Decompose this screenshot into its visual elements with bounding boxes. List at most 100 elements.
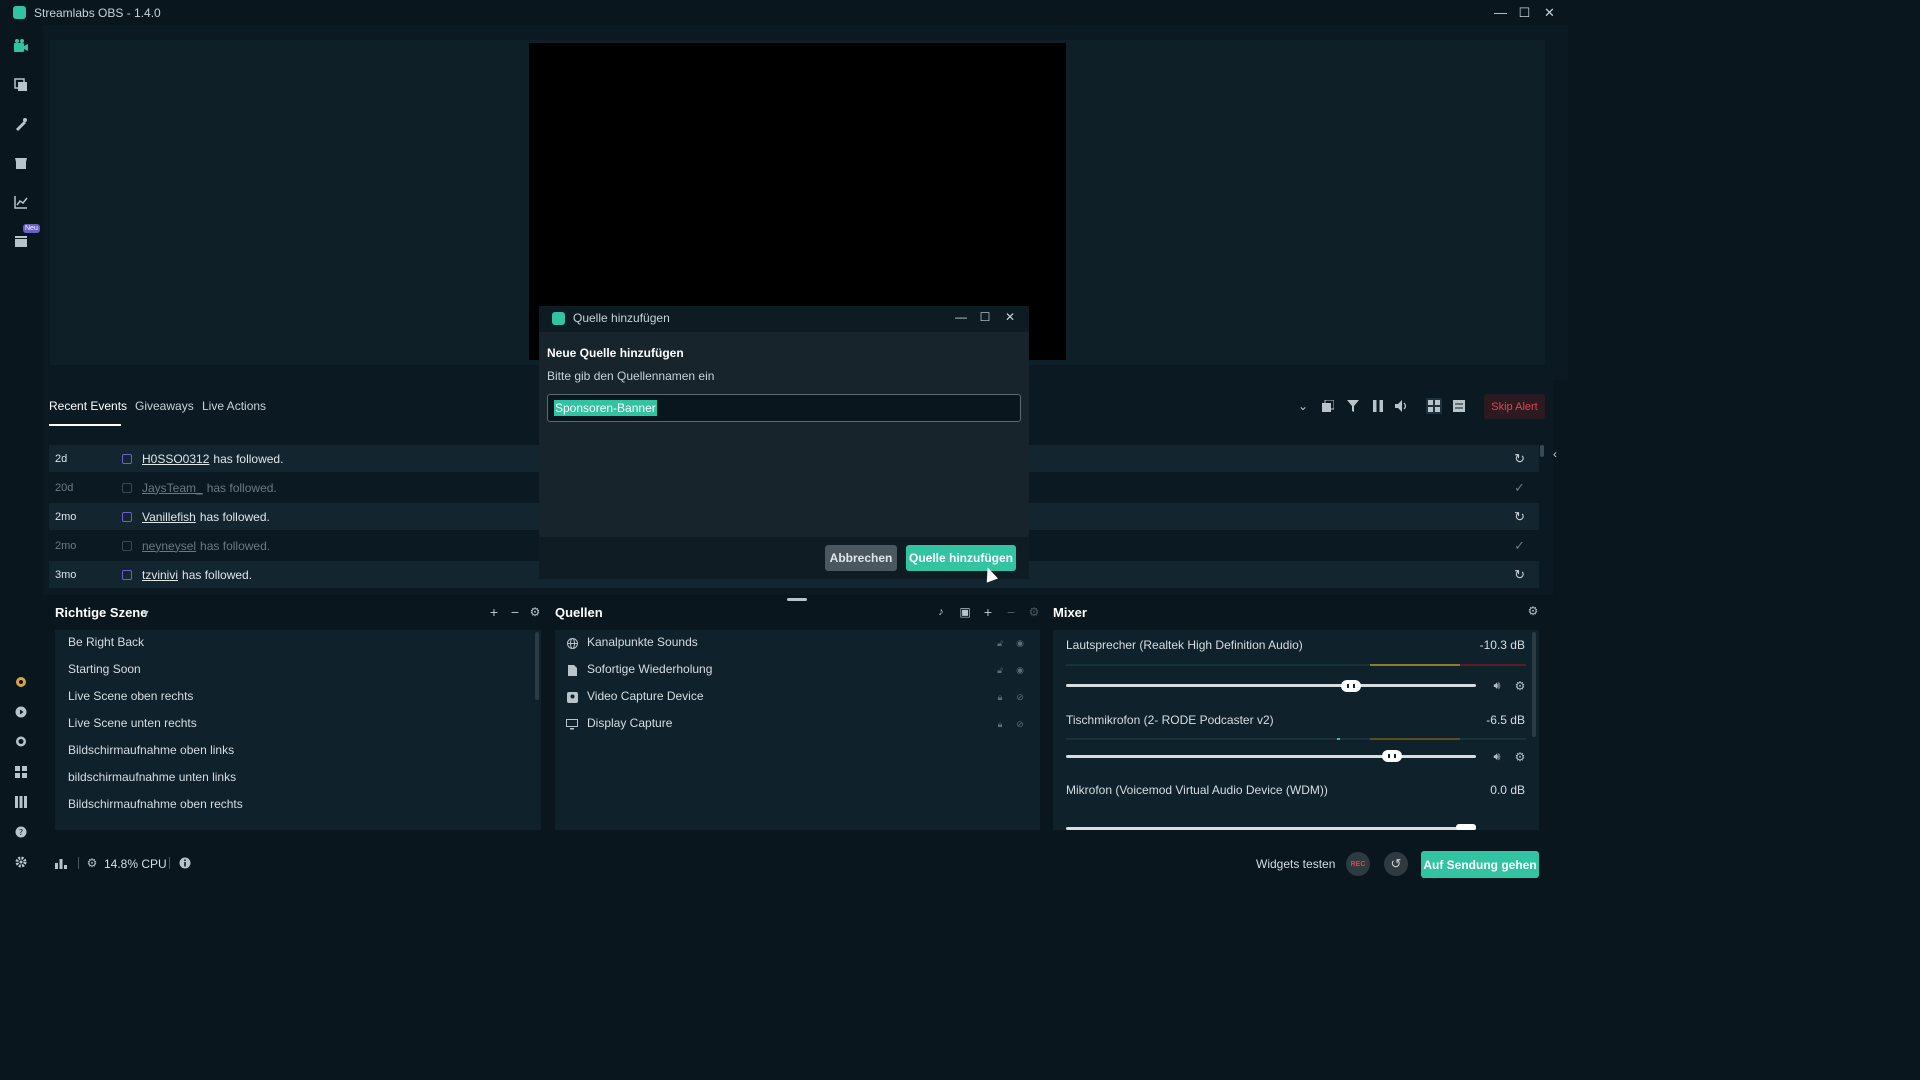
cancel-button[interactable]: Abbrechen xyxy=(825,545,897,571)
scene-item[interactable]: Starting Soon xyxy=(68,662,141,676)
chevron-down-icon[interactable]: ▼ xyxy=(138,605,154,621)
eye-slash-icon[interactable]: ⊘ xyxy=(1014,691,1026,703)
event-user-link[interactable]: neyneysel xyxy=(142,539,196,553)
twitch-icon xyxy=(122,453,132,464)
maximize-button[interactable]: ☐ xyxy=(1512,0,1537,25)
volume-slider-knob[interactable] xyxy=(1382,750,1403,762)
source-item[interactable]: Kanalpunkte Sounds xyxy=(587,635,698,649)
speaker-mute-icon[interactable]: 🔊︎ xyxy=(1489,749,1505,765)
twitch-icon xyxy=(122,511,132,522)
remove-source-icon[interactable]: − xyxy=(1003,604,1019,620)
volume-slider[interactable] xyxy=(1066,684,1476,687)
channel-gear-icon[interactable]: ⚙ xyxy=(1512,678,1528,694)
prime-icon[interactable] xyxy=(12,673,30,691)
source-name-input-value[interactable]: Sponsoren-Banner xyxy=(554,400,657,416)
volume-icon[interactable] xyxy=(1394,398,1410,414)
unlock-icon[interactable]: 🔓︎ xyxy=(994,637,1006,649)
record-button[interactable]: REC xyxy=(1346,852,1370,876)
add-source-icon[interactable]: + xyxy=(980,604,996,620)
eye-icon[interactable]: ◉ xyxy=(1014,664,1026,676)
volume-slider[interactable] xyxy=(1066,827,1476,830)
help-icon[interactable]: ? xyxy=(12,823,30,841)
repeat-alert-icon[interactable]: ↻ xyxy=(1514,509,1525,525)
go-live-button[interactable]: Auf Sendung gehen xyxy=(1421,851,1539,878)
library-icon[interactable] xyxy=(12,793,30,811)
add-scene-icon[interactable]: + xyxy=(486,604,502,620)
play-circle-icon[interactable] xyxy=(12,703,30,721)
eye-icon[interactable]: ◉ xyxy=(1014,637,1026,649)
remove-scene-icon[interactable]: − xyxy=(507,604,523,620)
lock-icon[interactable]: 🔒︎ xyxy=(994,718,1006,730)
scene-item[interactable]: Bildschirmaufnahme oben rechts xyxy=(68,797,243,811)
dialog-minimize-button[interactable]: — xyxy=(953,309,969,325)
chevron-down-icon[interactable]: ⌄ xyxy=(1295,398,1311,414)
scene-item[interactable]: Bildschirmaufnahme oben links xyxy=(68,743,234,757)
event-user-link[interactable]: Vanillefish xyxy=(142,510,196,524)
chevron-left-icon[interactable]: ‹ xyxy=(1553,447,1557,461)
settings-gear-icon[interactable] xyxy=(12,853,30,871)
file-icon xyxy=(566,664,578,676)
source-item[interactable]: Display Capture xyxy=(587,716,672,730)
volume-slider-knob[interactable] xyxy=(1456,824,1476,830)
close-button[interactable]: ✕ xyxy=(1537,0,1562,25)
checkmark-icon[interactable]: ✓ xyxy=(1514,538,1525,554)
stats-chart-icon[interactable] xyxy=(53,855,69,871)
source-settings-gear-icon[interactable]: ⚙ xyxy=(1026,604,1042,620)
chat-icon[interactable] xyxy=(12,733,30,751)
event-user-link[interactable]: tzvinivi xyxy=(142,568,178,582)
audio-filter-icon[interactable]: ♪ xyxy=(933,604,949,620)
dialog-heading: Neue Quelle hinzufügen xyxy=(547,346,684,360)
add-source-button[interactable]: Quelle hinzufügen xyxy=(906,545,1016,571)
eye-slash-icon[interactable]: ⊘ xyxy=(1014,718,1026,730)
tab-giveaways[interactable]: Giveaways xyxy=(135,399,194,413)
dashboard-chart-icon[interactable] xyxy=(12,193,30,211)
test-widgets-button[interactable]: Widgets testen xyxy=(1256,857,1335,871)
event-user-link[interactable]: JaysTeam_ xyxy=(142,481,203,495)
scene-item[interactable]: Live Scene oben rechts xyxy=(68,689,193,703)
event-user-link[interactable]: H0SSO0312 xyxy=(142,452,209,466)
themes-icon[interactable] xyxy=(12,115,30,133)
info-icon[interactable] xyxy=(177,855,193,871)
volume-slider[interactable] xyxy=(1066,755,1476,758)
events-scrollbar[interactable] xyxy=(1540,445,1544,457)
popout-icon[interactable] xyxy=(1320,398,1336,414)
event-text: has followed. xyxy=(200,538,271,553)
source-item[interactable]: Sofortige Wiederholung xyxy=(587,662,712,676)
scenes-title[interactable]: Richtige Szene xyxy=(55,605,147,620)
scenes-scrollbar[interactable] xyxy=(535,632,539,700)
minimize-button[interactable]: — xyxy=(1488,0,1513,25)
source-item[interactable]: Video Capture Device xyxy=(587,689,704,703)
status-bar xyxy=(43,845,1568,882)
grid-view-icon[interactable] xyxy=(1426,398,1442,414)
add-folder-icon[interactable]: ▣ xyxy=(957,604,973,620)
dialog-maximize-button[interactable]: ☐ xyxy=(977,309,993,325)
editor-icon[interactable] xyxy=(12,37,30,55)
highlighter-icon[interactable] xyxy=(12,232,30,250)
dialog-close-button[interactable]: ✕ xyxy=(1002,309,1018,325)
unlock-icon[interactable]: 🔓︎ xyxy=(994,664,1006,676)
store-icon[interactable] xyxy=(12,154,30,172)
scene-item[interactable]: bildschirmaufnahme unten links xyxy=(68,770,236,784)
layout-grid-icon[interactable] xyxy=(12,763,30,781)
speaker-mute-icon[interactable]: 🔊︎ xyxy=(1489,678,1505,694)
dock-resize-handle[interactable] xyxy=(787,598,807,601)
repeat-alert-icon[interactable]: ↻ xyxy=(1514,451,1525,467)
scene-item[interactable]: Live Scene unten rechts xyxy=(68,716,197,730)
pause-icon[interactable] xyxy=(1370,398,1386,414)
list-view-icon[interactable] xyxy=(1451,398,1467,414)
tab-live-actions[interactable]: Live Actions xyxy=(202,399,266,413)
scene-collections-icon[interactable] xyxy=(12,76,30,94)
channel-gear-icon[interactable]: ⚙ xyxy=(1512,749,1528,765)
scene-item[interactable]: Be Right Back xyxy=(68,635,144,649)
lock-icon[interactable]: 🔒︎ xyxy=(994,691,1006,703)
mixer-scrollbar[interactable] xyxy=(1532,632,1536,737)
tab-recent-events[interactable]: Recent Events xyxy=(49,399,127,413)
volume-slider-knob[interactable] xyxy=(1341,680,1362,692)
checkmark-icon[interactable]: ✓ xyxy=(1514,480,1525,496)
repeat-alert-icon[interactable]: ↻ xyxy=(1514,567,1525,583)
filter-icon[interactable] xyxy=(1345,398,1361,414)
mixer-settings-gear-icon[interactable]: ⚙ xyxy=(1525,603,1541,619)
replay-buffer-icon[interactable]: ↺ xyxy=(1384,852,1408,876)
scene-settings-gear-icon[interactable]: ⚙ xyxy=(527,604,543,620)
skip-alert-button[interactable]: Skip Alert xyxy=(1484,394,1545,419)
